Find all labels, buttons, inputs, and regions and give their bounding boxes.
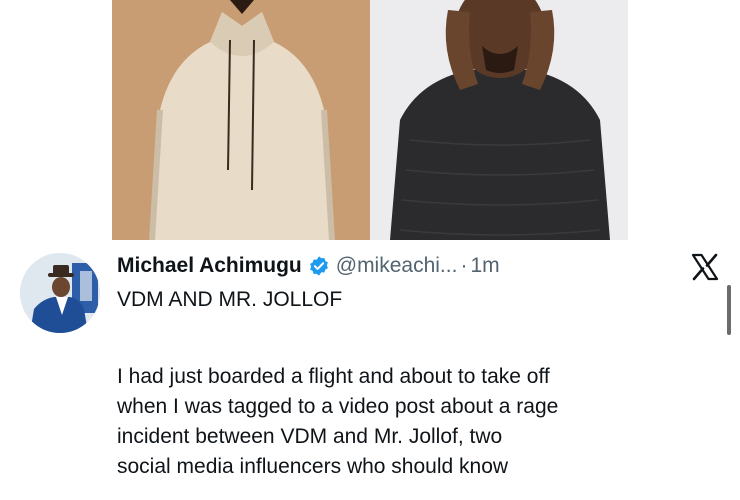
avatar-illustration [20, 253, 100, 333]
author-handle[interactable]: @mikeachi... [336, 254, 458, 278]
x-logo-icon[interactable] [690, 252, 720, 282]
photo-sweater-man[interactable] [370, 0, 628, 240]
hoodie-man-illustration [112, 0, 370, 240]
tweet-media[interactable] [112, 0, 628, 240]
photo-hoodie-man[interactable] [112, 0, 370, 240]
separator-dot: · [460, 254, 468, 277]
tweet-body-line: when I was tagged to a video post about … [117, 395, 559, 418]
author-name[interactable]: Michael Achimugu [117, 254, 302, 278]
author-avatar[interactable] [20, 253, 100, 333]
tweet-header: Michael Achimugu @mikeachi... · 1m [117, 249, 500, 283]
tweet-body-line: social media influencers who should know [117, 455, 509, 478]
tweet-timestamp[interactable]: 1m [470, 254, 499, 278]
sweater-man-illustration [370, 0, 628, 240]
tweet-body-line: I had just boarded a flight and about to… [117, 365, 550, 388]
verified-badge-icon [308, 255, 330, 277]
tweet-body: I had just boarded a flight and about to… [117, 362, 717, 482]
scrollbar[interactable] [727, 285, 731, 335]
tweet-body-line: incident between VDM and Mr. Jollof, two [117, 425, 503, 448]
tweet-title: VDM AND MR. JOLLOF [117, 288, 343, 311]
